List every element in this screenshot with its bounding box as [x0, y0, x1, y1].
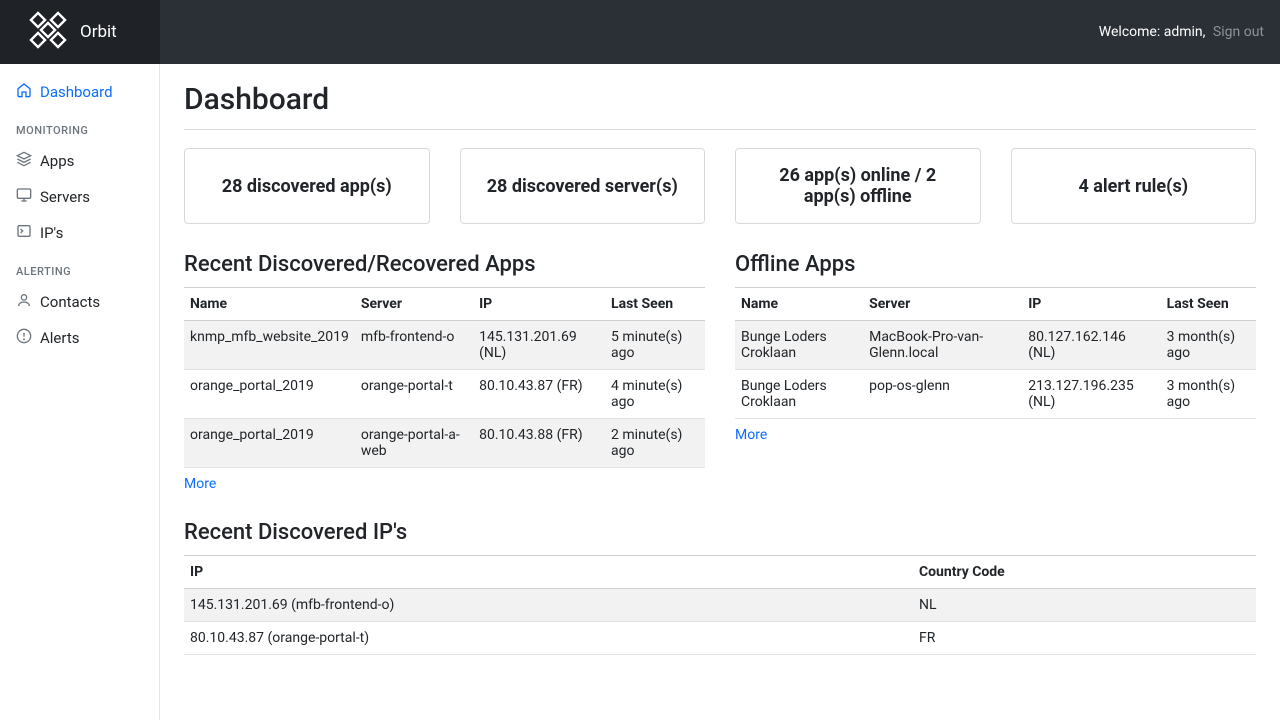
col-name: Name	[184, 288, 355, 321]
card-apps-online-offline[interactable]: 26 app(s) online / 2 app(s) offline	[735, 148, 981, 224]
sidebar-item-apps[interactable]: Apps	[0, 143, 159, 179]
cell-name: Bunge Loders Croklaan	[735, 321, 863, 370]
brand[interactable]: Orbit	[0, 0, 160, 64]
sidebar-item-alerts[interactable]: Alerts	[0, 320, 159, 356]
alert-icon	[16, 328, 32, 348]
welcome-sep: ,	[1203, 24, 1206, 40]
offline-apps-more-link[interactable]: More	[735, 427, 767, 443]
recent-ips-title: Recent Discovered IP's	[184, 520, 1256, 545]
header-userinfo: Welcome: admin, Sign out	[1099, 24, 1264, 40]
cell-lastseen: 4 minute(s) ago	[605, 370, 705, 419]
cell-name: knmp_mfb_website_2019	[184, 321, 355, 370]
cell-name: orange_portal_2019	[184, 419, 355, 468]
cell-ip: 80.10.43.87 (FR)	[473, 370, 605, 419]
sidebar-heading-monitoring: MONITORING	[0, 110, 159, 143]
sidebar-item-contacts[interactable]: Contacts	[0, 284, 159, 320]
cell-name: orange_portal_2019	[184, 370, 355, 419]
recent-apps-title: Recent Discovered/Recovered Apps	[184, 252, 705, 277]
cell-lastseen: 2 minute(s) ago	[605, 419, 705, 468]
cell-ip: 145.131.201.69 (mfb-frontend-o)	[184, 589, 913, 622]
cell-server: MacBook-Pro-van-Glenn.local	[863, 321, 1022, 370]
sidebar-item-label: Dashboard	[40, 83, 113, 101]
sidebar-item-label: IP's	[40, 224, 63, 242]
col-lastseen: Last Seen	[1161, 288, 1256, 321]
table-row[interactable]: orange_portal_2019 orange-portal-t 80.10…	[184, 370, 705, 419]
recent-apps-more-link[interactable]: More	[184, 476, 216, 492]
cell-lastseen: 3 month(s) ago	[1161, 370, 1256, 419]
col-ip: IP	[473, 288, 605, 321]
cell-server: pop-os-glenn	[863, 370, 1022, 419]
col-server: Server	[863, 288, 1022, 321]
cell-server: orange-portal-a-web	[355, 419, 473, 468]
recent-ips-table: IP Country Code 145.131.201.69 (mfb-fron…	[184, 555, 1256, 655]
cell-name: Bunge Loders Croklaan	[735, 370, 863, 419]
col-lastseen: Last Seen	[605, 288, 705, 321]
table-row[interactable]: 145.131.201.69 (mfb-frontend-o) NL	[184, 589, 1256, 622]
sidebar-item-label: Contacts	[40, 293, 100, 311]
user-icon	[16, 292, 32, 312]
brand-name: Orbit	[80, 22, 117, 42]
offline-apps-table: Name Server IP Last Seen Bunge Loders Cr…	[735, 287, 1256, 419]
cell-lastseen: 5 minute(s) ago	[605, 321, 705, 370]
sidebar-heading-alerting: ALERTING	[0, 251, 159, 284]
title-separator	[184, 129, 1256, 130]
card-discovered-servers[interactable]: 28 discovered server(s)	[460, 148, 706, 224]
sidebar-item-label: Alerts	[40, 329, 80, 347]
recent-apps-section: Recent Discovered/Recovered Apps Name Se…	[184, 252, 705, 492]
cell-cc: NL	[913, 589, 1256, 622]
col-cc: Country Code	[913, 556, 1256, 589]
table-row[interactable]: Bunge Loders Croklaan MacBook-Pro-van-Gl…	[735, 321, 1256, 370]
offline-apps-section: Offline Apps Name Server IP Last Seen Bu…	[735, 252, 1256, 492]
cell-cc: FR	[913, 622, 1256, 655]
offline-apps-title: Offline Apps	[735, 252, 1256, 277]
col-name: Name	[735, 288, 863, 321]
terminal-icon	[16, 223, 32, 243]
welcome-prefix: Welcome:	[1099, 24, 1160, 40]
cell-ip: 80.127.162.146 (NL)	[1022, 321, 1160, 370]
sign-out-link[interactable]: Sign out	[1213, 24, 1264, 40]
cell-server: orange-portal-t	[355, 370, 473, 419]
col-ip: IP	[1022, 288, 1160, 321]
table-row[interactable]: orange_portal_2019 orange-portal-a-web 8…	[184, 419, 705, 468]
app-header: Orbit Welcome: admin, Sign out	[0, 0, 1280, 64]
col-ip: IP	[184, 556, 913, 589]
main-content: Dashboard 28 discovered app(s) 28 discov…	[160, 64, 1280, 720]
page-title: Dashboard	[184, 82, 1256, 117]
sidebar-item-dashboard[interactable]: Dashboard	[0, 74, 159, 110]
table-row[interactable]: Bunge Loders Croklaan pop-os-glenn 213.1…	[735, 370, 1256, 419]
layers-icon	[16, 151, 32, 171]
home-icon	[16, 82, 32, 102]
recent-ips-section: Recent Discovered IP's IP Country Code 1…	[184, 520, 1256, 655]
sidebar: Dashboard MONITORING Apps Servers IP's A…	[0, 64, 160, 720]
brand-logo-icon	[28, 10, 68, 55]
table-row[interactable]: knmp_mfb_website_2019 mfb-frontend-o 145…	[184, 321, 705, 370]
sidebar-item-servers[interactable]: Servers	[0, 179, 159, 215]
cell-lastseen: 3 month(s) ago	[1161, 321, 1256, 370]
sidebar-item-label: Servers	[40, 188, 90, 206]
username: admin	[1164, 24, 1203, 40]
sidebar-item-label: Apps	[40, 152, 74, 170]
card-discovered-apps[interactable]: 28 discovered app(s)	[184, 148, 430, 224]
col-server: Server	[355, 288, 473, 321]
cell-server: mfb-frontend-o	[355, 321, 473, 370]
recent-apps-table: Name Server IP Last Seen knmp_mfb_websit…	[184, 287, 705, 468]
cell-ip: 80.10.43.88 (FR)	[473, 419, 605, 468]
monitor-icon	[16, 187, 32, 207]
cell-ip: 80.10.43.87 (orange-portal-t)	[184, 622, 913, 655]
cell-ip: 145.131.201.69 (NL)	[473, 321, 605, 370]
card-alert-rules[interactable]: 4 alert rule(s)	[1011, 148, 1257, 224]
summary-cards: 28 discovered app(s) 28 discovered serve…	[184, 148, 1256, 224]
sidebar-item-ips[interactable]: IP's	[0, 215, 159, 251]
table-row[interactable]: 80.10.43.87 (orange-portal-t) FR	[184, 622, 1256, 655]
cell-ip: 213.127.196.235 (NL)	[1022, 370, 1160, 419]
